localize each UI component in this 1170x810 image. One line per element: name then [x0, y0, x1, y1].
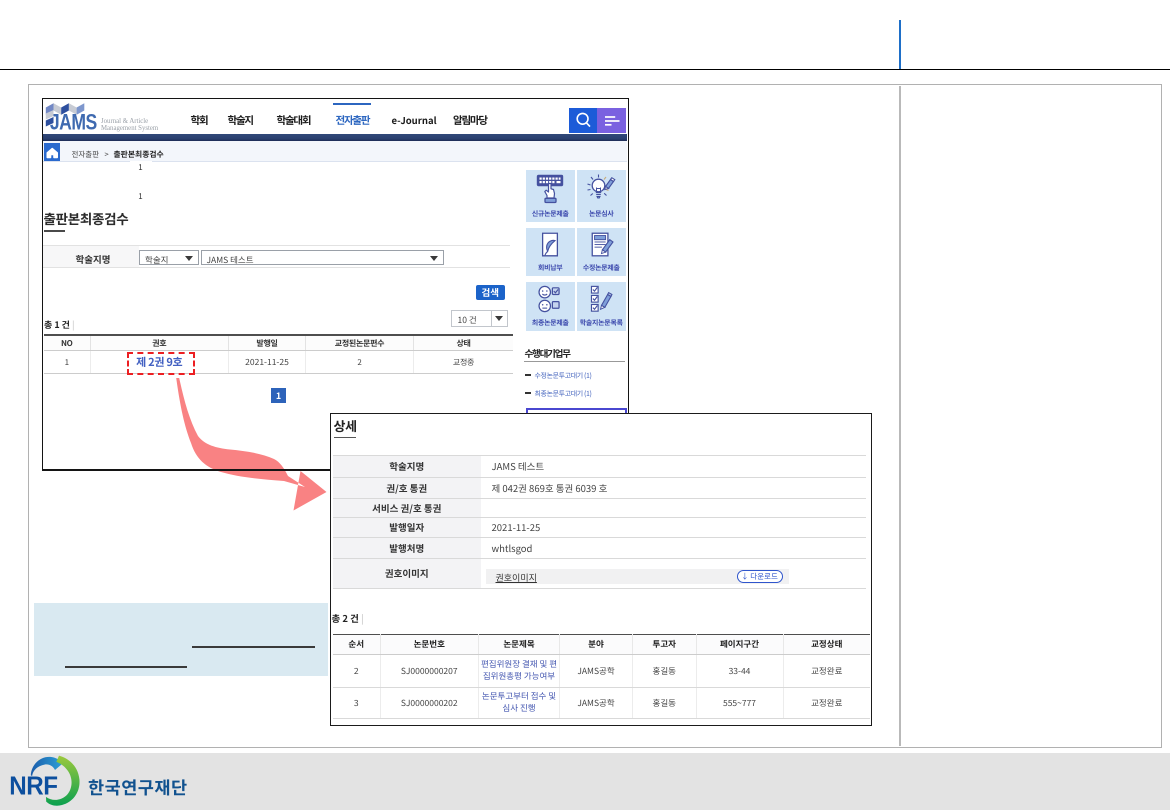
svg-text:Management System: Management System: [101, 125, 159, 132]
svg-text:JAMS: JAMS: [49, 111, 96, 134]
svg-text:NRF: NRF: [9, 772, 57, 801]
